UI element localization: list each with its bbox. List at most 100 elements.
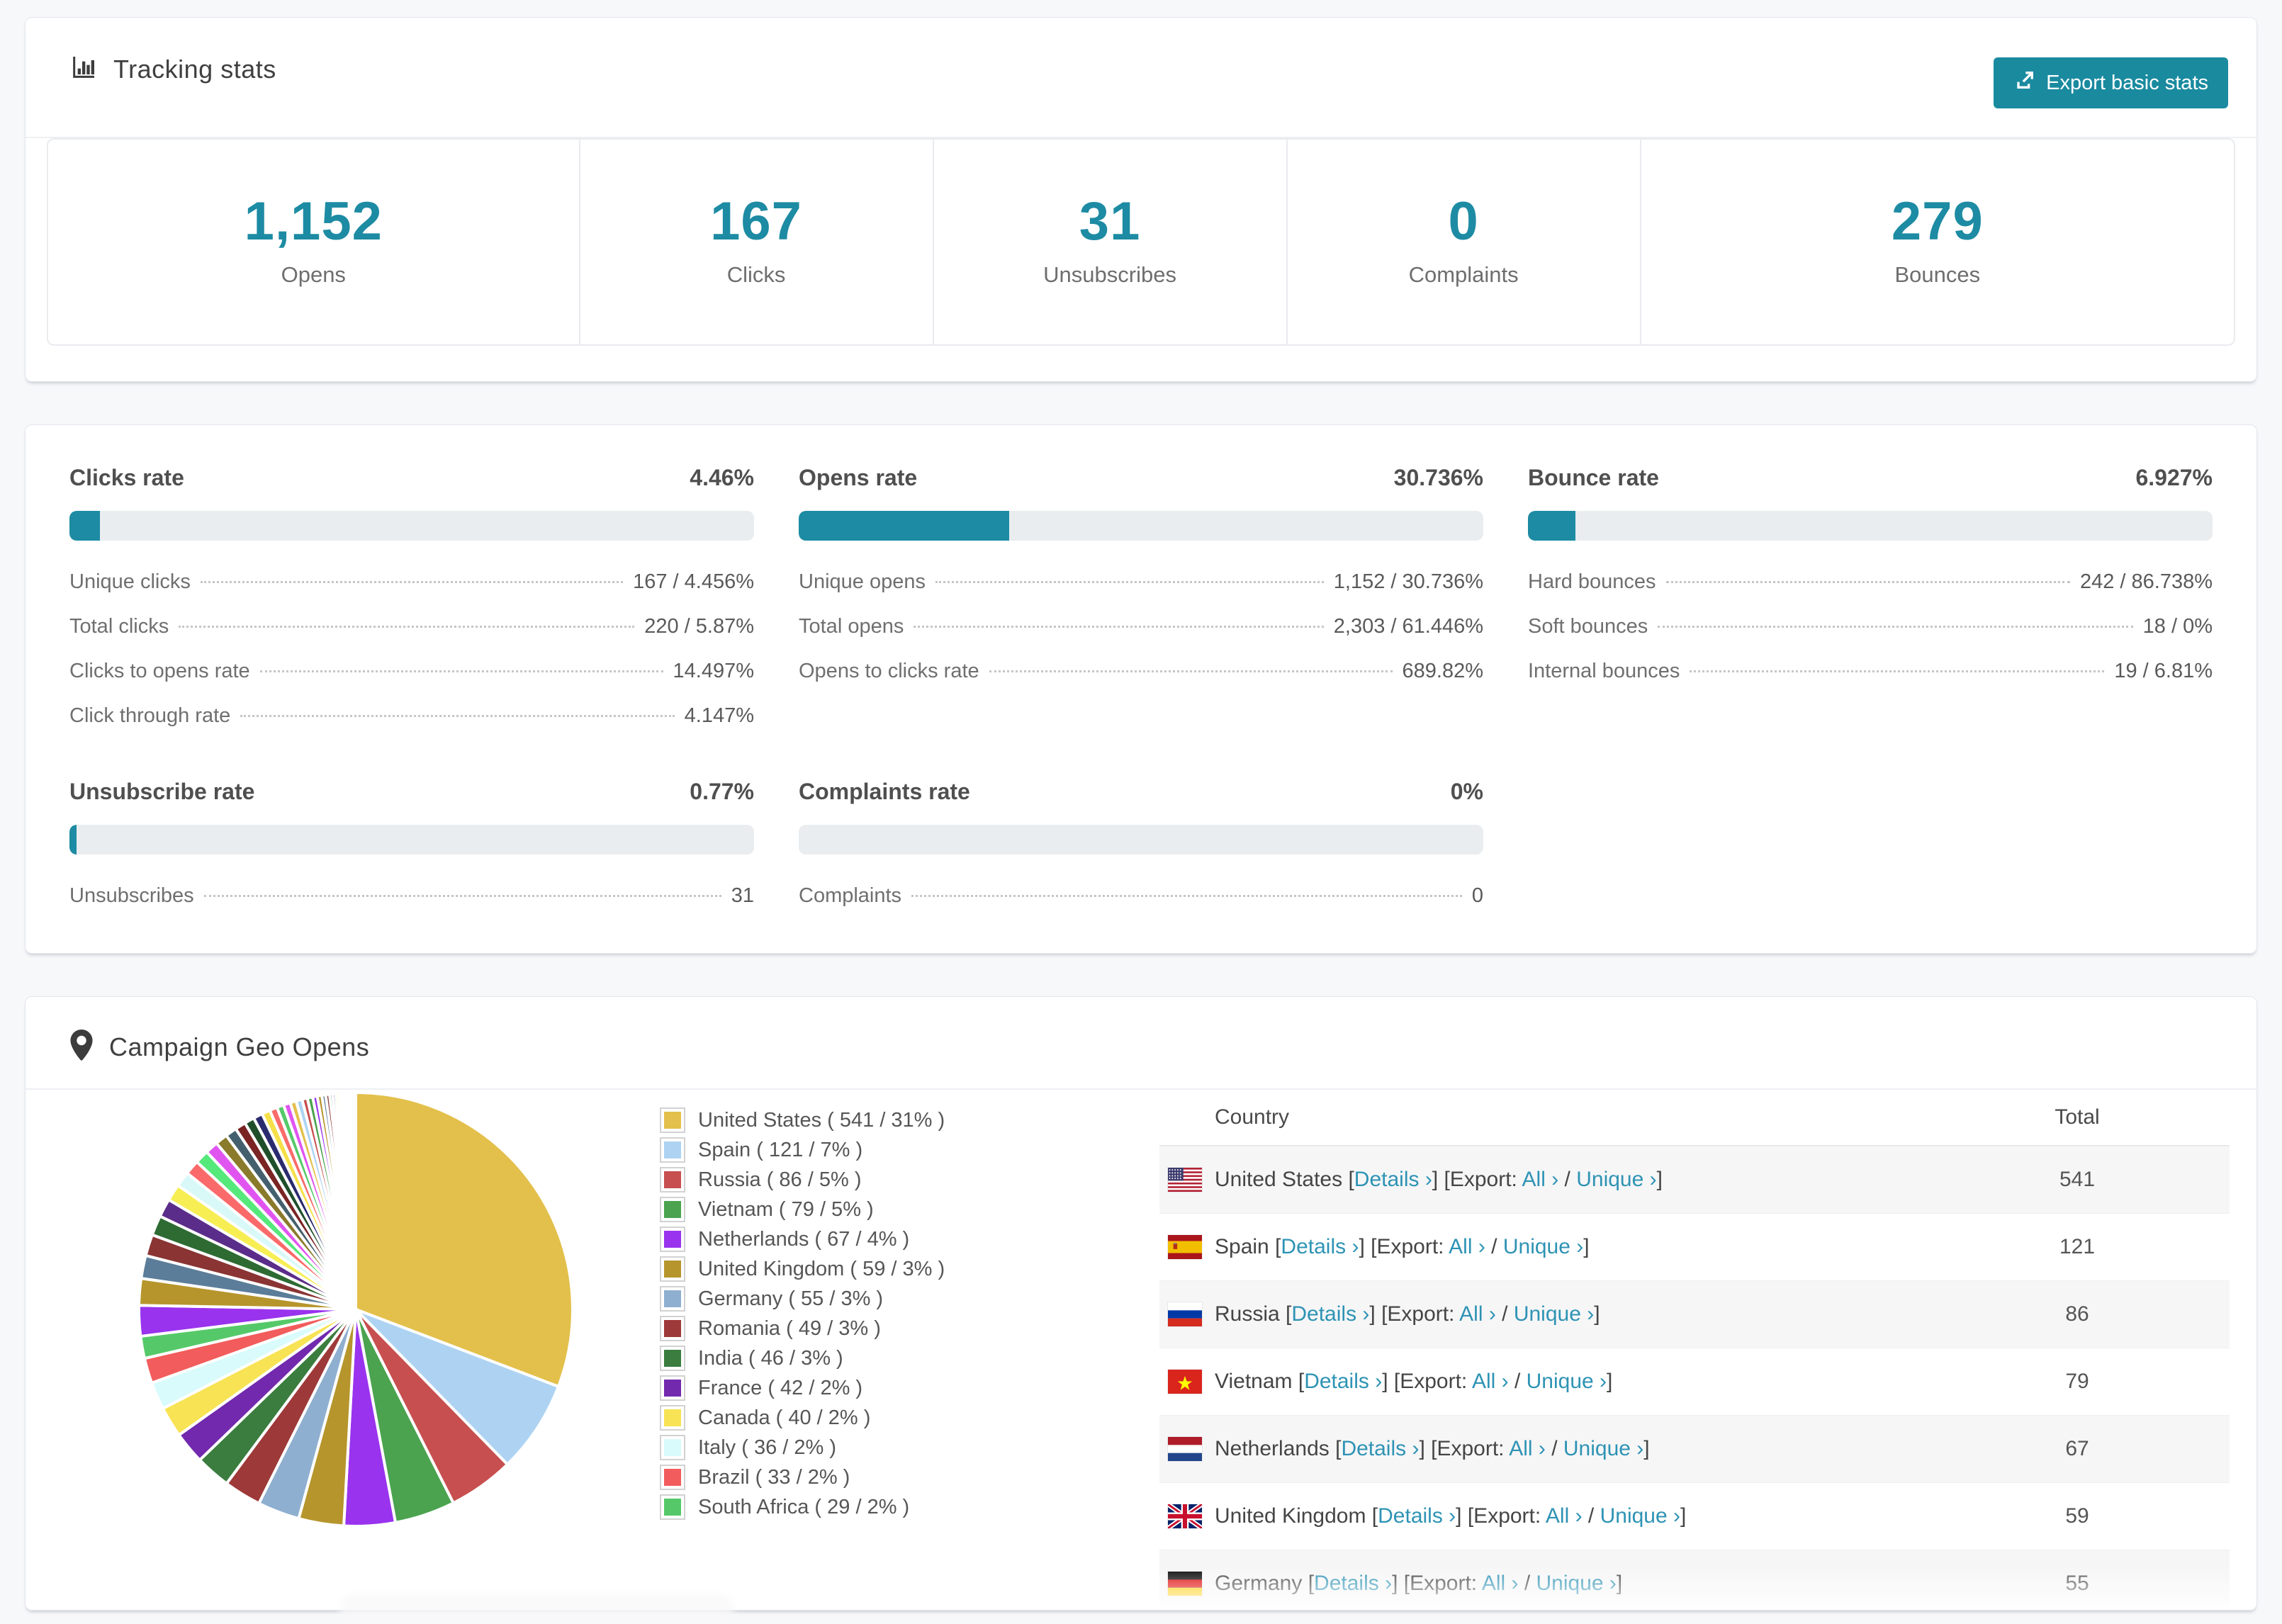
export-all-link[interactable]: All › — [1546, 1504, 1583, 1528]
rate-head: Opens rate 30.736% — [799, 465, 1483, 491]
rate-section-clicks-rate: Clicks rate 4.46% Unique clicks 167 / 4.456… — [69, 465, 754, 728]
export-unique-link[interactable]: Unique › — [1503, 1235, 1583, 1258]
export-all-link[interactable]: All › — [1449, 1235, 1485, 1258]
bracket: [ — [1292, 1370, 1305, 1393]
rate-detail-value: 0 — [1471, 884, 1483, 907]
rate-detail-label: Unique opens — [799, 570, 926, 593]
export-all-link[interactable]: All › — [1472, 1370, 1509, 1393]
geo-title: Campaign Geo Opens — [109, 1032, 370, 1061]
export-label: [Export: — [1381, 1302, 1460, 1326]
slash: / — [1582, 1504, 1600, 1528]
export-label: [Export: — [1403, 1572, 1482, 1595]
bracket: ] — [1382, 1370, 1394, 1393]
slash: / — [1518, 1572, 1536, 1595]
rate-detail-row: Total opens 2,303 / 61.446% — [799, 615, 1483, 638]
export-unique-link[interactable]: Unique › — [1536, 1572, 1617, 1595]
legend-label: Spain ( 121 / 7% ) — [698, 1138, 863, 1161]
export-basic-stats-button[interactable]: Export basic stats — [1994, 57, 2228, 108]
export-all-link[interactable]: All › — [1459, 1302, 1496, 1326]
geo-table-row: Russia [Details ›] [Export: All › / Uniq… — [1159, 1281, 2230, 1348]
geo-table-country-cell: Germany [Details ›] [Export: All › / Uni… — [1202, 1572, 1925, 1596]
rate-detail-row: Complaints 0 — [799, 884, 1483, 908]
export-all-link[interactable]: All › — [1482, 1572, 1519, 1595]
legend-swatch — [661, 1377, 684, 1399]
details-link[interactable]: Details › — [1378, 1504, 1456, 1528]
export-unique-link[interactable]: Unique › — [1514, 1302, 1594, 1326]
export-unique-link[interactable]: Unique › — [1563, 1437, 1643, 1460]
nl-flag-icon — [1168, 1437, 1202, 1461]
details-link[interactable]: Details › — [1304, 1370, 1382, 1393]
country-name: Netherlands — [1215, 1437, 1330, 1460]
stat-value: 31 — [1079, 191, 1141, 252]
stat-value: 0 — [1448, 191, 1479, 252]
progress-bar-fill — [69, 511, 101, 541]
legend-swatch — [661, 1436, 684, 1459]
legend-item: Italy ( 36 / 2% ) — [661, 1433, 945, 1462]
rate-detail-row: Clicks to opens rate 14.497% — [69, 660, 754, 683]
export-unique-link[interactable]: Unique › — [1527, 1370, 1607, 1393]
rate-section-unsubscribe-rate: Unsubscribe rate 0.77% Unsubscribes 31 — [69, 779, 754, 908]
legend-label: Brazil ( 33 / 2% ) — [698, 1465, 850, 1489]
country-name: Russia — [1215, 1302, 1280, 1326]
details-link[interactable]: Details › — [1291, 1302, 1369, 1326]
geo-table-header-total: Total — [2055, 1105, 2100, 1129]
stat-label: Unsubscribes — [1043, 262, 1176, 287]
export-label: [Export: — [1393, 1370, 1472, 1393]
rate-title: Clicks rate — [69, 465, 184, 490]
bracket: ] — [1432, 1168, 1444, 1191]
geo-table-row: Germany [Details ›] [Export: All › / Uni… — [1159, 1550, 2230, 1610]
geo-pie-chart — [137, 1090, 574, 1526]
bracket: [ — [1302, 1572, 1315, 1595]
rate-detail-value: 14.497% — [673, 660, 755, 682]
geo-table-header: Country Total — [1159, 1090, 2230, 1146]
map-pin-icon — [69, 1030, 94, 1064]
bracket: [ — [1329, 1437, 1342, 1460]
export-all-link[interactable]: All › — [1522, 1168, 1559, 1191]
legend-item: South Africa ( 29 / 2% ) — [661, 1492, 945, 1522]
bracket: ] — [1656, 1168, 1663, 1191]
legend-label: South Africa ( 29 / 2% ) — [698, 1495, 910, 1518]
geo-content: United States ( 541 / 31% ) Spain ( 121 /… — [26, 1090, 2256, 1610]
export-unique-link[interactable]: Unique › — [1576, 1168, 1656, 1191]
geo-table-row: United States [Details ›] [Export: All ›… — [1159, 1146, 2230, 1214]
export-all-link[interactable]: All › — [1509, 1437, 1546, 1460]
rate-detail-row: Total clicks 220 / 5.87% — [69, 615, 754, 638]
dotted-leader — [1658, 626, 2133, 628]
legend-swatch — [661, 1168, 684, 1191]
rate-value: 4.46% — [690, 465, 754, 490]
country-name: Germany — [1215, 1572, 1303, 1595]
export-unique-link[interactable]: Unique › — [1600, 1504, 1680, 1528]
details-link[interactable]: Details › — [1354, 1168, 1432, 1191]
legend-label: United Kingdom ( 59 / 3% ) — [698, 1257, 945, 1280]
stat-box-unsubscribes: 31 Unsubscribes — [932, 140, 1286, 344]
legend-swatch — [661, 1258, 684, 1280]
progress-bar-fill — [1528, 511, 1575, 541]
details-link[interactable]: Details › — [1314, 1572, 1392, 1595]
geo-table-header-country: Country — [1215, 1105, 1290, 1129]
stat-label: Bounces — [1894, 262, 1981, 287]
legend-swatch — [661, 1466, 684, 1489]
stat-value: 279 — [1891, 191, 1984, 252]
geo-table-total-cell: 59 — [2065, 1504, 2089, 1528]
us-flag-icon — [1168, 1168, 1202, 1192]
details-link[interactable]: Details › — [1341, 1437, 1419, 1460]
geo-table-row: Spain [Details ›] [Export: All › / Uniqu… — [1159, 1214, 2230, 1281]
stat-box-clicks: 167 Clicks — [578, 140, 933, 344]
legend-label: France ( 42 / 2% ) — [698, 1376, 863, 1399]
rate-detail-row: Internal bounces 19 / 6.81% — [1528, 660, 2213, 683]
tracking-stats-header: Tracking stats Export basic stats — [26, 18, 2256, 137]
rate-title: Opens rate — [799, 465, 918, 490]
geo-table-total-cell: 121 — [2059, 1235, 2096, 1258]
pie-legend: United States ( 541 / 31% ) Spain ( 121 /… — [661, 1105, 945, 1522]
export-button-label: Export basic stats — [2046, 71, 2208, 94]
stat-value: 167 — [710, 191, 802, 252]
bracket: ] — [1680, 1504, 1687, 1528]
legend-item: Brazil ( 33 / 2% ) — [661, 1462, 945, 1492]
rate-title: Complaints rate — [799, 779, 970, 804]
country-name: United States — [1215, 1168, 1343, 1191]
bracket: ] — [1419, 1437, 1432, 1460]
details-link[interactable]: Details › — [1281, 1235, 1359, 1258]
dotted-leader — [240, 715, 675, 717]
rate-detail-label: Complaints — [799, 884, 902, 907]
rate-section-bounce-rate: Bounce rate 6.927% Hard bounces 242 / 86.73… — [1528, 465, 2213, 728]
